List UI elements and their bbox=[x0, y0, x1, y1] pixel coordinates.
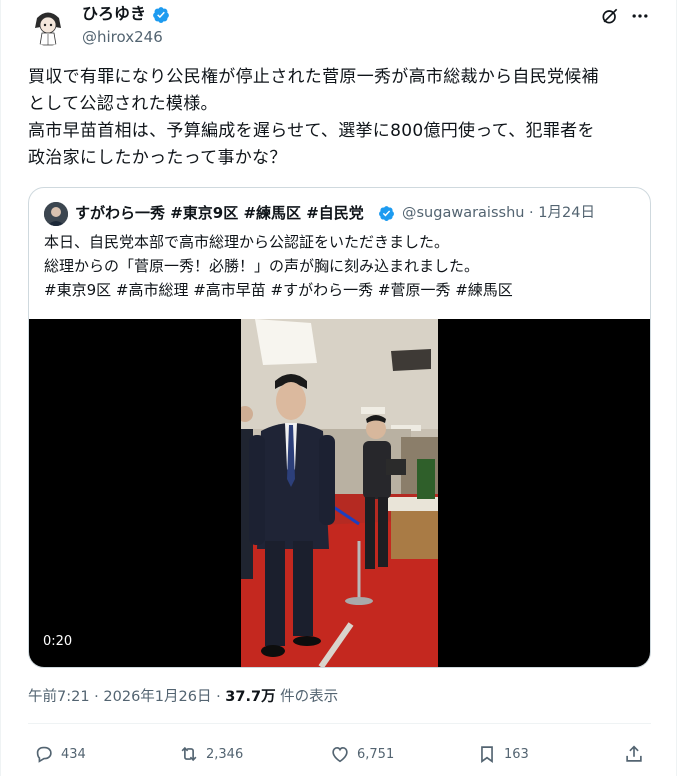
post-text-line: 買収で有罪になり公民権が停止された菅原一秀が高市総裁から自民党候補 bbox=[28, 67, 599, 87]
more-icon[interactable] bbox=[630, 6, 650, 26]
author-name[interactable]: ひろゆき bbox=[82, 4, 146, 24]
grok-icon[interactable] bbox=[600, 6, 620, 26]
post-text-line: 高市早苗首相は、予算編成を遅らせて、選挙に800億円使って、犯罪者を bbox=[28, 121, 595, 141]
verified-badge-icon bbox=[379, 206, 394, 221]
bookmark-icon bbox=[481, 746, 493, 763]
divider bbox=[28, 723, 651, 724]
share-icon bbox=[626, 745, 642, 762]
like-count: 6,751 bbox=[357, 746, 395, 762]
quoted-text-line: 本日、自民党本部で高市総理から公認証をいただきました。 bbox=[44, 233, 450, 251]
quoted-text: 本日、自民党本部で高市総理から公認証をいただきました。 総理からの「菅原一秀！必… bbox=[44, 230, 639, 302]
quoted-text-line: 総理からの「菅原一秀！必勝！」の声が胸に刻み込まれました。 bbox=[44, 257, 480, 275]
reply-icon bbox=[36, 746, 52, 763]
view-count: 37.7万 bbox=[225, 689, 276, 705]
reply-button[interactable]: 434 bbox=[33, 742, 86, 766]
like-button[interactable]: 6,751 bbox=[329, 742, 394, 766]
author-avatar[interactable] bbox=[28, 6, 68, 46]
quoted-post[interactable]: すがわら一秀 #東京9区 #練馬区 #自民党 @sugawaraisshu · … bbox=[28, 187, 651, 668]
quoted-handle-date[interactable]: @sugawaraisshu · 1月24日 bbox=[402, 203, 595, 223]
repost-button[interactable]: 2,346 bbox=[178, 742, 243, 766]
post-container: ひろゆき @hirox246 買収で有罪になり公民権が停止された菅原一秀が高市総… bbox=[0, 0, 677, 776]
repost-count: 2,346 bbox=[206, 746, 244, 762]
bookmark-count: 163 bbox=[504, 746, 529, 762]
post-timestamp[interactable]: 午前7:21 · 2026年1月26日 · bbox=[28, 689, 225, 705]
post-text-line: 政治家にしたかったって事かな？ bbox=[28, 148, 287, 168]
quoted-author-name[interactable]: すがわら一秀 #東京9区 #練馬区 #自民党 bbox=[75, 203, 364, 223]
repost-icon bbox=[181, 746, 197, 762]
verified-badge-icon bbox=[153, 7, 169, 23]
reply-count: 434 bbox=[61, 746, 86, 762]
post-text-line: として公認された模様。 bbox=[28, 94, 218, 114]
post-text: 買収で有罪になり公民権が停止された菅原一秀が高市総裁から自民党候補 として公認さ… bbox=[28, 64, 656, 172]
like-icon bbox=[332, 747, 348, 763]
view-label: 件の表示 bbox=[275, 689, 339, 705]
video-player[interactable]: 0:20 bbox=[29, 319, 650, 667]
video-duration: 0:20 bbox=[43, 634, 73, 649]
post-meta: 午前7:21 · 2026年1月26日 · 37.7万 件の表示 bbox=[28, 687, 338, 707]
author-handle[interactable]: @hirox246 bbox=[82, 27, 163, 47]
quoted-author-avatar[interactable] bbox=[44, 202, 68, 226]
share-button[interactable] bbox=[623, 742, 645, 766]
video-frame[interactable] bbox=[241, 319, 438, 667]
bookmark-button[interactable]: 163 bbox=[476, 742, 529, 766]
quoted-hashtags[interactable]: #東京9区 #高市総理 #高市早苗 #すがわら一秀 #菅原一秀 #練馬区 bbox=[44, 278, 639, 302]
